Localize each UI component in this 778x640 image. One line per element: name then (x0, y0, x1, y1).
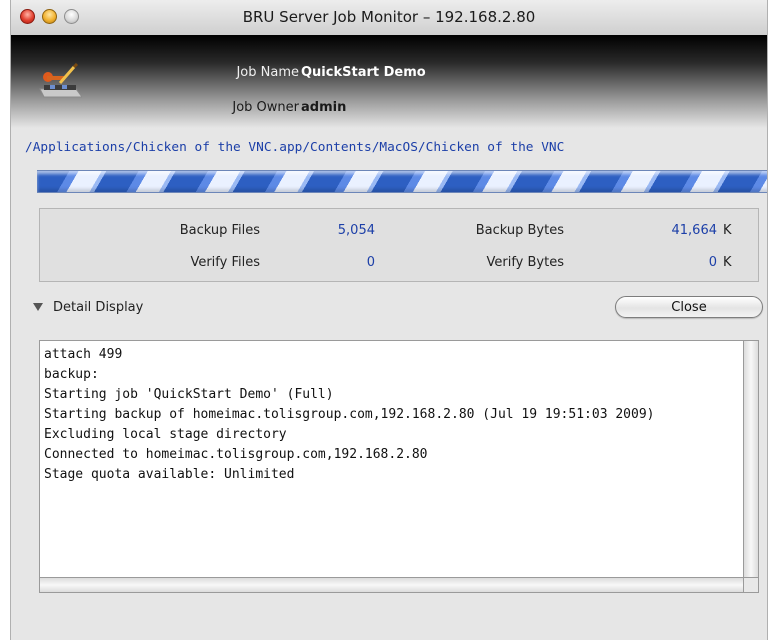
backup-bytes-label: Backup Bytes (475, 223, 564, 238)
log-vertical-scrollbar[interactable] (744, 340, 759, 578)
job-name-value: QuickStart Demo (301, 65, 426, 80)
backup-bytes-value: 41,664 (671, 223, 718, 238)
detail-display-toggle[interactable]: Detail Display (53, 300, 143, 315)
current-file-path: /Applications/Chicken of the VNC.app/Con… (25, 140, 565, 155)
verify-files-label: Verify Files (190, 255, 260, 270)
verify-bytes-unit: K (723, 255, 732, 270)
log-line: Connected to homeimac.tolisgroup.com,192… (44, 447, 428, 462)
close-button[interactable]: Close (615, 296, 763, 318)
backup-files-label: Backup Files (179, 223, 260, 238)
backup-bytes-unit: K (723, 223, 732, 238)
job-name-label: Job Name (236, 65, 299, 80)
verify-bytes-value: 0 (708, 255, 717, 270)
log-line: attach 499 (44, 347, 123, 362)
window-title: BRU Server Job Monitor – 192.168.2.80 (242, 8, 536, 26)
log-line: Starting backup of homeimac.tolisgroup.c… (44, 407, 655, 422)
stats-panel: Backup Files 5,054 Backup Bytes 41,664 K… (39, 208, 759, 282)
log-line: Starting job 'QuickStart Demo' (Full) (44, 387, 334, 402)
verify-bytes-label: Verify Bytes (486, 255, 565, 270)
job-owner-label: Job Owner (232, 100, 299, 115)
disclosure-triangle-icon[interactable] (33, 303, 43, 311)
bru-server-icon (39, 63, 82, 98)
job-monitor-window: BRU Server Job Monitor – 192.168.2.80 Jo… (10, 0, 768, 640)
log-line: backup: (44, 367, 99, 382)
resize-corner[interactable] (744, 578, 759, 593)
log-line: Stage quota available: Unlimited (44, 467, 295, 482)
detail-log[interactable]: attach 499 backup: Starting job 'QuickSt… (39, 340, 744, 578)
progress-bar (37, 170, 767, 193)
backup-files-value: 5,054 (337, 223, 375, 238)
title-bar[interactable]: BRU Server Job Monitor – 192.168.2.80 (11, 0, 767, 36)
log-horizontal-scrollbar[interactable] (39, 578, 744, 593)
verify-files-value: 0 (366, 255, 375, 270)
job-owner-value: admin (301, 100, 347, 115)
log-line: Excluding local stage directory (44, 427, 287, 442)
job-header: Job Name QuickStart Demo Job Owner admin (11, 35, 767, 128)
